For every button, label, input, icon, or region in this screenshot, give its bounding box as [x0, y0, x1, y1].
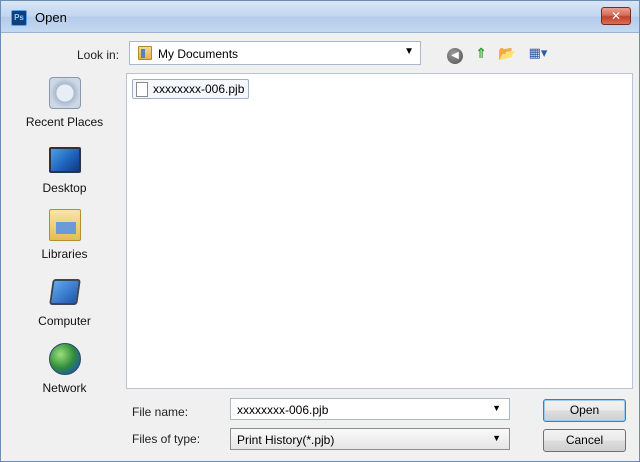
- views-menu-icon: ▦▾: [528, 45, 548, 60]
- chevron-down-icon[interactable]: ▼: [492, 403, 501, 413]
- open-button[interactable]: Open: [543, 399, 626, 422]
- file-list[interactable]: xxxxxxxx-006.pjb: [126, 73, 633, 389]
- chevron-down-icon[interactable]: ▼: [404, 46, 414, 57]
- new-folder-icon: 📂: [498, 45, 516, 61]
- file-type-label: Files of type:: [132, 432, 201, 446]
- place-desktop[interactable]: Desktop: [7, 143, 122, 207]
- photoshop-app-icon: Ps: [11, 10, 27, 26]
- cancel-button[interactable]: Cancel: [543, 429, 626, 452]
- place-label: Desktop: [42, 181, 87, 195]
- places-bar: Recent Places Desktop Libraries Computer…: [7, 73, 122, 405]
- open-dialog: Ps Open ✕ Look in: My Documents ▼ ◀ ⇑ 📂 …: [0, 0, 640, 462]
- network-icon: [49, 343, 81, 375]
- file-name-input[interactable]: [237, 403, 477, 417]
- place-label: Computer: [38, 314, 91, 328]
- new-folder-button[interactable]: 📂: [497, 43, 517, 63]
- close-button[interactable]: ✕: [601, 7, 631, 25]
- up-folder-icon: ⇑: [475, 45, 487, 61]
- recent-places-icon: [49, 77, 81, 109]
- libraries-icon: [49, 209, 81, 241]
- list-item[interactable]: xxxxxxxx-006.pjb: [132, 79, 250, 99]
- file-name: xxxxxxxx-006.pjb: [153, 82, 245, 96]
- file-name-combo[interactable]: ▼: [230, 398, 510, 420]
- title-bar[interactable]: Ps Open ✕: [1, 1, 639, 33]
- place-computer[interactable]: Computer: [7, 276, 122, 340]
- look-in-value: My Documents: [158, 47, 239, 61]
- place-label: Libraries: [41, 247, 88, 261]
- file-type-value: Print History(*.pjb): [237, 433, 335, 447]
- place-libraries[interactable]: Libraries: [7, 209, 122, 273]
- place-label: Network: [42, 381, 87, 395]
- back-button[interactable]: ◀: [445, 43, 465, 64]
- file-type-dropdown[interactable]: Print History(*.pjb) ▼: [230, 428, 510, 450]
- views-menu-button[interactable]: ▦▾: [525, 43, 551, 63]
- file-name-label: File name:: [132, 405, 189, 419]
- place-label: Recent Places: [25, 115, 104, 129]
- documents-folder-icon: [138, 46, 152, 60]
- document-icon: [136, 81, 148, 97]
- desktop-icon: [49, 147, 81, 173]
- up-one-level-button[interactable]: ⇑: [471, 43, 491, 63]
- back-icon: ◀: [447, 48, 463, 64]
- computer-icon: [49, 279, 81, 305]
- chevron-down-icon[interactable]: ▼: [492, 433, 501, 443]
- place-recent-places[interactable]: Recent Places: [7, 77, 122, 141]
- window-title: Open: [35, 10, 67, 25]
- look-in-label: Look in:: [77, 48, 120, 62]
- look-in-dropdown[interactable]: My Documents ▼: [129, 41, 421, 65]
- place-network[interactable]: Network: [7, 343, 122, 407]
